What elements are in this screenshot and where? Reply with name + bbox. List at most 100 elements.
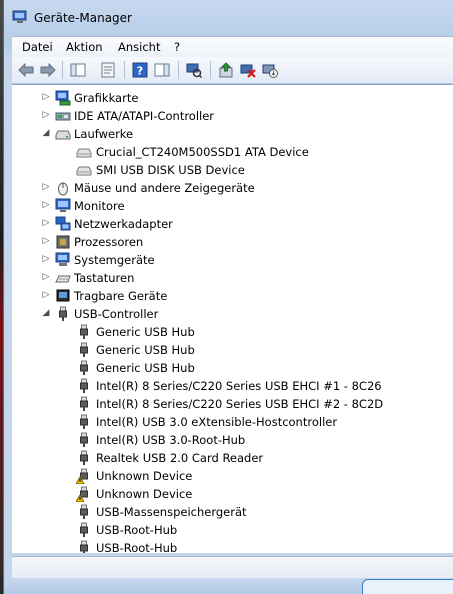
- menu-help[interactable]: ?: [174, 40, 180, 54]
- tree-node-label: USB-Root-Hub: [96, 523, 178, 537]
- usb-icon: [76, 324, 92, 340]
- tree-node-label: Mäuse und andere Zeigegeräte: [74, 181, 255, 195]
- device-node[interactable]: Realtek USB 2.0 Card Reader: [12, 449, 452, 467]
- device-node[interactable]: USB-Root-Hub: [12, 521, 452, 539]
- tree-node-label: Realtek USB 2.0 Card Reader: [96, 451, 264, 465]
- usb-warning-icon: [75, 486, 92, 503]
- menu-ansicht[interactable]: Ansicht: [118, 40, 160, 54]
- device-node[interactable]: Crucial_CT240M500SSD1 ATA Device: [12, 143, 452, 161]
- uninstall-icon[interactable]: [238, 60, 258, 80]
- device-node[interactable]: Intel(R) USB 3.0-Root-Hub: [12, 431, 452, 449]
- collapsed-arrow-icon[interactable]: ▷: [42, 219, 50, 228]
- device-node[interactable]: Intel(R) 8 Series/C220 Series USB EHCI #…: [12, 377, 452, 395]
- usb-icon: [76, 396, 92, 412]
- collapsed-arrow-icon[interactable]: ▷: [42, 201, 50, 210]
- device-manager-window: Geräte-Manager Datei Aktion Ansicht ? ?: [3, 0, 453, 594]
- usb-icon: [76, 504, 92, 520]
- category-node[interactable]: ▷ Tragbare Geräte: [12, 287, 452, 305]
- disable-icon[interactable]: [260, 60, 280, 80]
- console-tree-icon[interactable]: [68, 60, 88, 80]
- usb-icon: [76, 360, 92, 376]
- device-node[interactable]: SMI USB DISK USB Device: [12, 161, 452, 179]
- help-icon[interactable]: ?: [130, 60, 150, 80]
- display-adapter-icon: [55, 90, 71, 106]
- adjacent-window-edge: [362, 579, 453, 594]
- tree-node-label: Laufwerke: [74, 127, 134, 141]
- tree-node-label: Prozessoren: [74, 235, 144, 249]
- tree-node-label: Intel(R) 8 Series/C220 Series USB EHCI #…: [96, 397, 384, 411]
- tree-node-label: USB-Root-Hub: [96, 541, 178, 553]
- device-node[interactable]: USB-Root-Hub: [12, 539, 452, 553]
- category-node[interactable]: ▷ Tastaturen: [12, 269, 452, 287]
- disk-drive-icon: [76, 144, 92, 160]
- toolbar: ?: [12, 57, 453, 84]
- category-node[interactable]: ▷ Netzwerkadapter: [12, 215, 452, 233]
- drives-icon: [55, 126, 71, 142]
- tree-node-label: Generic USB Hub: [96, 343, 195, 357]
- device-node[interactable]: Unknown Device: [12, 485, 452, 503]
- tree-node-label: Systemgeräte: [74, 253, 155, 267]
- tree-node-label: USB-Massenspeichergerät: [96, 505, 247, 519]
- status-bar: [12, 556, 453, 579]
- usb-icon: [76, 432, 92, 448]
- svg-text:?: ?: [137, 65, 143, 78]
- usb-icon: [76, 450, 92, 466]
- category-node[interactable]: ▷ IDE ATA/ATAPI-Controller: [12, 107, 452, 125]
- device-node[interactable]: Generic USB Hub: [12, 359, 452, 377]
- portable-devices-icon: [55, 288, 71, 304]
- usb-icon: [76, 540, 92, 553]
- category-node[interactable]: ▷ Grafikkarte: [12, 89, 452, 107]
- tree-node-label: IDE ATA/ATAPI-Controller: [74, 109, 215, 123]
- usb-icon: [76, 378, 92, 394]
- category-node[interactable]: ▷ Mäuse und andere Zeigegeräte: [12, 179, 452, 197]
- device-node[interactable]: Generic USB Hub: [12, 323, 452, 341]
- toolbar-separator: [178, 61, 179, 79]
- properties-icon[interactable]: [98, 60, 118, 80]
- usb-icon: [76, 342, 92, 358]
- device-node[interactable]: Intel(R) 8 Series/C220 Series USB EHCI #…: [12, 395, 452, 413]
- update-driver-icon[interactable]: [216, 60, 236, 80]
- collapsed-arrow-icon[interactable]: ▷: [42, 273, 50, 282]
- tree-node-label: Generic USB Hub: [96, 361, 195, 375]
- collapsed-arrow-icon[interactable]: ▷: [42, 93, 50, 102]
- collapsed-arrow-icon[interactable]: ▷: [42, 237, 50, 246]
- collapsed-arrow-icon[interactable]: ▷: [42, 255, 50, 264]
- device-node[interactable]: USB-Massenspeichergerät: [12, 503, 452, 521]
- collapsed-arrow-icon[interactable]: ▷: [42, 183, 50, 192]
- scan-hardware-icon[interactable]: [184, 60, 204, 80]
- tree-node-label: Tastaturen: [74, 271, 135, 285]
- window-title: Geräte-Manager: [34, 11, 132, 25]
- menu-aktion[interactable]: Aktion: [66, 40, 103, 54]
- back-icon[interactable]: [16, 60, 36, 80]
- category-node[interactable]: ▷ Monitore: [12, 197, 452, 215]
- tree-node-label: Intel(R) USB 3.0 eXtensible-Hostcontroll…: [96, 415, 338, 429]
- category-node[interactable]: ◢ USB-Controller: [12, 305, 452, 323]
- tree-node-label: Unknown Device: [96, 469, 193, 483]
- forward-icon[interactable]: [38, 60, 58, 80]
- tree-node-label: Netzwerkadapter: [74, 217, 173, 231]
- category-node[interactable]: ◢ Laufwerke: [12, 125, 452, 143]
- tree-node-label: Intel(R) USB 3.0-Root-Hub: [96, 433, 246, 447]
- collapsed-arrow-icon[interactable]: ▷: [42, 291, 50, 300]
- expanded-arrow-icon[interactable]: ◢: [42, 309, 50, 318]
- usb-icon: [76, 522, 92, 538]
- mouse-icon: [55, 180, 71, 196]
- expanded-arrow-icon[interactable]: ◢: [42, 129, 50, 138]
- category-node[interactable]: ▷ Systemgeräte: [12, 251, 452, 269]
- device-tree[interactable]: ▷ Grafikkarte ▷ IDE ATA/ATAPI-Controller ◢ La…: [12, 84, 453, 553]
- monitor-icon: [55, 198, 71, 214]
- category-node[interactable]: ▷ Prozessoren: [12, 233, 452, 251]
- usb-warning-icon: [75, 468, 92, 485]
- menu-datei[interactable]: Datei: [22, 40, 53, 54]
- tree-node-label: Unknown Device: [96, 487, 193, 501]
- tree-node-label: USB-Controller: [74, 307, 159, 321]
- action-pane-icon[interactable]: [152, 60, 172, 80]
- menu-bar: Datei Aktion Ansicht ?: [12, 36, 453, 57]
- device-node[interactable]: Generic USB Hub: [12, 341, 452, 359]
- device-node[interactable]: Unknown Device: [12, 467, 452, 485]
- title-bar[interactable]: Geräte-Manager: [4, 0, 453, 36]
- usb-icon: [55, 306, 71, 322]
- collapsed-arrow-icon[interactable]: ▷: [42, 111, 50, 120]
- device-manager-icon: [12, 10, 28, 24]
- device-node[interactable]: Intel(R) USB 3.0 eXtensible-Hostcontroll…: [12, 413, 452, 431]
